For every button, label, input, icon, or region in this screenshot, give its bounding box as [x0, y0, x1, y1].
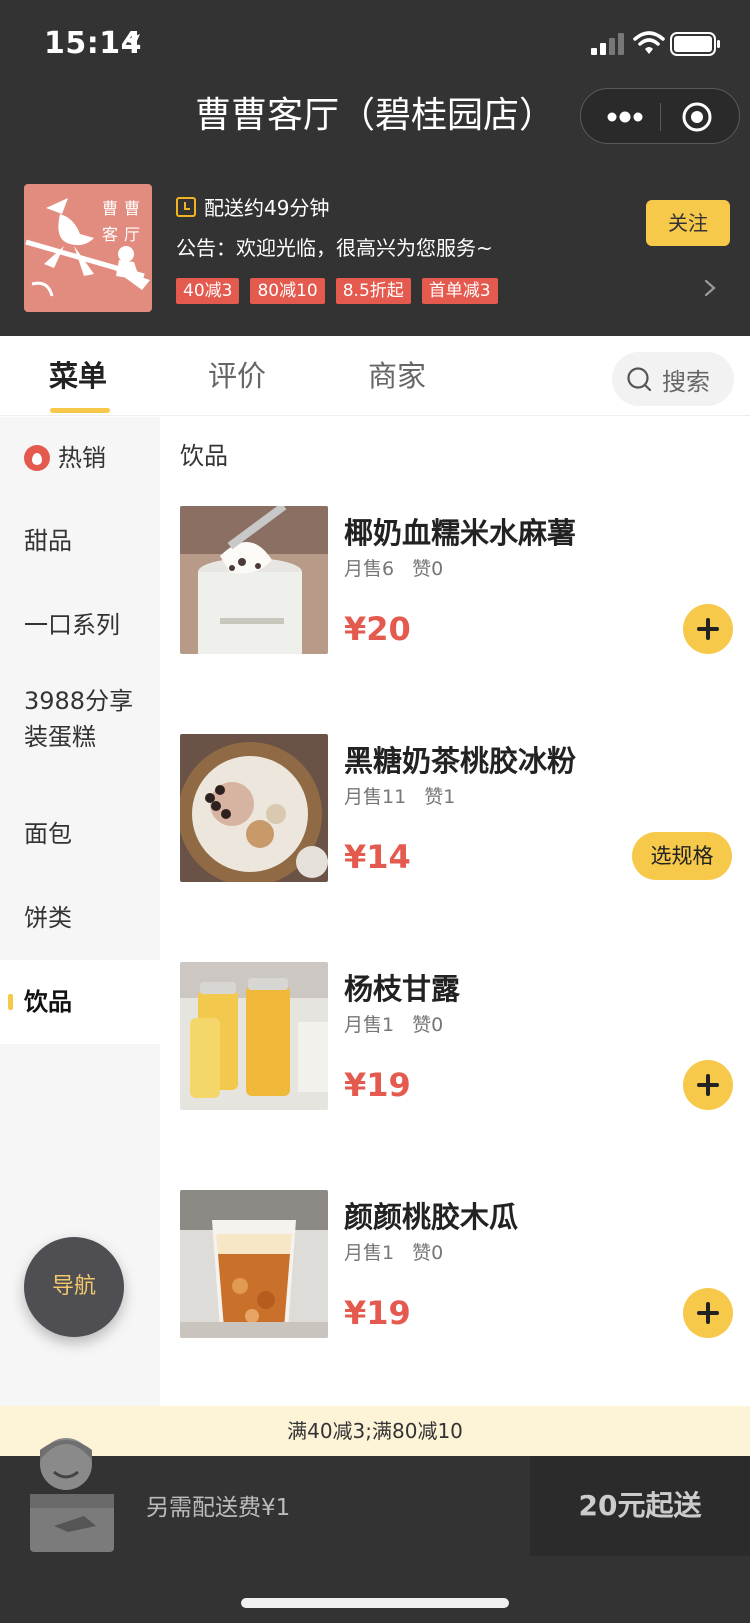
product-image[interactable]: [180, 506, 328, 654]
product-price: ¥19: [344, 1066, 411, 1104]
product-price: ¥14: [344, 838, 411, 876]
category-drinks[interactable]: 饮品: [0, 960, 160, 1044]
like-count: 赞0: [412, 1242, 444, 1264]
follow-button[interactable]: 关注: [646, 200, 730, 246]
location-arrow-icon: [124, 34, 140, 50]
product-item[interactable]: 黑糖奶茶桃胶冰粉 月售11 赞1 ¥14 选规格: [180, 734, 732, 886]
wifi-icon: [633, 31, 665, 54]
shop-logo: 曹曹客厅: [24, 184, 152, 312]
promo-tag: 80减10: [250, 278, 325, 304]
active-tab-indicator: [50, 408, 110, 413]
product-item[interactable]: 颜颜桃胶木瓜 月售1 赞0 ¥19: [180, 1190, 733, 1342]
capsule-divider: [660, 103, 661, 131]
category-label: 饮品: [24, 988, 72, 1016]
search-label: 搜索: [662, 367, 710, 396]
promo-tag: 首单减3: [421, 278, 498, 304]
brown-sugar-milk-tea-bowl-image: [180, 734, 328, 882]
add-to-cart-button[interactable]: [683, 1288, 733, 1338]
tab-menu[interactable]: 菜单: [49, 336, 107, 416]
category-dessert[interactable]: 甜品: [0, 499, 160, 583]
product-item[interactable]: 杨枝甘露 月售1 赞0 ¥19: [180, 962, 733, 1114]
home-indicator: [241, 1598, 509, 1608]
product-name: 椰奶血糯米水麻薯: [344, 516, 577, 550]
product-price: ¥19: [344, 1294, 411, 1332]
tab-reviews[interactable]: 评价: [208, 336, 266, 416]
like-count: 赞1: [424, 786, 456, 808]
minimum-order-button[interactable]: 20元起送: [530, 1456, 750, 1556]
monthly-sales: 月售6: [344, 558, 395, 580]
clock-icon: [176, 196, 196, 217]
coconut-dessert-jar-image: [180, 506, 328, 654]
category-bread[interactable]: 面包: [0, 792, 160, 876]
product-name: 杨枝甘露: [344, 972, 461, 1006]
like-count: 赞0: [412, 1014, 444, 1036]
tab-bar: 菜单 评价 商家 搜索: [0, 336, 750, 416]
tab-merchant[interactable]: 商家: [368, 336, 426, 416]
section-title: 饮品: [180, 442, 228, 470]
add-to-cart-button[interactable]: [683, 1060, 733, 1110]
promo-tags[interactable]: 40减3 80减10 8.5折起 首单减3: [176, 278, 509, 304]
product-item[interactable]: 椰奶血糯米水麻薯 月售6 赞0 ¥20: [180, 506, 733, 658]
miniprogram-capsule: [580, 88, 740, 144]
category-label: 饼类: [24, 904, 72, 932]
delivery-time-text: 配送约49分钟: [204, 196, 330, 220]
add-to-cart-button[interactable]: [683, 604, 733, 654]
product-meta: 月售1 赞0: [344, 1238, 461, 1265]
category-pastry[interactable]: 饼类: [0, 876, 160, 960]
category-label: 热销: [58, 444, 106, 472]
product-name: 颜颜桃胶木瓜: [344, 1200, 519, 1234]
page-title: 曹曹客厅（碧桂园店）: [194, 95, 555, 136]
shop-logo-text: 曹曹客厅: [101, 199, 146, 244]
more-dots-icon[interactable]: [607, 111, 643, 123]
select-options-button[interactable]: 选规格: [632, 832, 732, 880]
like-count: 赞0: [412, 558, 444, 580]
flame-icon: [24, 445, 50, 471]
mango-pomelo-jars-image: [180, 962, 328, 1110]
promo-tag: 40减3: [176, 278, 240, 304]
search-icon: [627, 367, 652, 392]
battery-icon: [670, 32, 720, 56]
papaya-peach-gum-drink-image: [180, 1190, 328, 1338]
monthly-sales: 月售1: [344, 1242, 395, 1264]
promo-tag: 8.5折起: [335, 278, 411, 304]
status-bar: 15:14: [0, 0, 750, 88]
active-category-indicator: [8, 994, 13, 1010]
courier-cart-icon[interactable]: [24, 1428, 124, 1558]
chevron-right-icon[interactable]: [702, 278, 718, 298]
product-price: ¥20: [344, 610, 411, 648]
category-label: 3988分享装蛋糕: [24, 687, 134, 751]
product-name: 黑糖奶茶桃胶冰粉: [344, 744, 577, 778]
title-bar: 曹曹客厅（碧桂园店）: [0, 88, 750, 174]
product-meta: 月售6 赞0: [344, 554, 461, 581]
cellular-signal-icon: [591, 33, 624, 55]
product-image[interactable]: [180, 1190, 328, 1338]
monthly-sales: 月售1: [344, 1014, 395, 1036]
product-meta: 月售11 赞1: [344, 782, 473, 809]
search-button[interactable]: 搜索: [612, 352, 734, 406]
delivery-time: 配送约49分钟: [176, 192, 329, 221]
navigation-button[interactable]: 导航: [24, 1237, 124, 1337]
shop-info: 曹曹客厅 配送约49分钟 公告：欢迎光临，很高兴为您服务~ 40减3 80减10…: [0, 174, 750, 336]
category-bite-series[interactable]: 一口系列: [0, 583, 160, 667]
category-hot[interactable]: 热销: [0, 417, 160, 499]
product-meta: 月售1 赞0: [344, 1010, 461, 1037]
category-share-cake[interactable]: 3988分享装蛋糕: [0, 683, 160, 783]
category-label: 面包: [24, 820, 72, 848]
product-image[interactable]: [180, 734, 328, 882]
top-header-area: 15:14 曹曹客厅（碧桂园店） 曹曹客厅 配送约49分钟 公告：欢迎光临，很高…: [0, 0, 750, 336]
shop-notice: 公告：欢迎光临，很高兴为您服务~: [176, 236, 493, 260]
close-miniprogram-icon[interactable]: [681, 101, 713, 133]
product-image[interactable]: [180, 962, 328, 1110]
monthly-sales: 月售11: [344, 786, 407, 808]
delivery-fee: 另需配送费¥1: [146, 1495, 291, 1521]
category-label: 甜品: [24, 527, 72, 555]
category-label: 一口系列: [24, 611, 120, 639]
